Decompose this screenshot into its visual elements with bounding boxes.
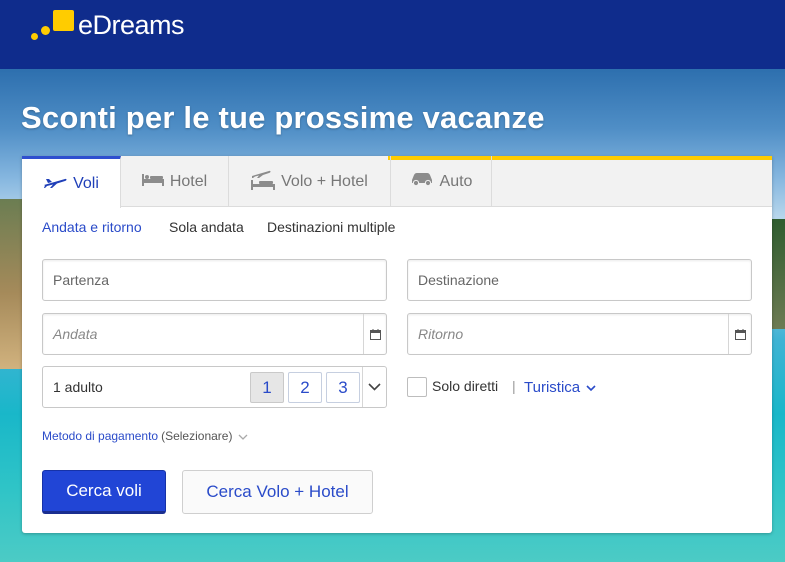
tab-voli[interactable]: Voli [22, 156, 121, 208]
search-flight-hotel-button[interactable]: Cerca Volo + Hotel [182, 470, 373, 514]
chevron-down-icon[interactable] [362, 367, 386, 407]
car-icon [410, 172, 434, 191]
destination-placeholder: Destinazione [418, 272, 499, 288]
return-date-field[interactable]: Ritorno [407, 313, 752, 355]
cabin-class-value: Turistica [524, 379, 581, 396]
passenger-count-1[interactable]: 1 [250, 372, 284, 403]
chevron-down-icon [238, 429, 248, 443]
outbound-placeholder: Andata [53, 326, 98, 342]
calendar-icon[interactable] [363, 314, 386, 354]
direct-only-label[interactable]: Solo diretti [432, 378, 498, 394]
search-panel: Voli Hotel Volo + Hotel Auto Andata e ri… [22, 156, 772, 533]
plane-icon [43, 174, 67, 193]
departure-field[interactable]: Partenza [42, 259, 387, 301]
hero-headline: Sconti per le tue prossime vacanze [21, 100, 545, 135]
site-header: eDreams [0, 0, 785, 69]
bed-icon [141, 173, 164, 191]
chevron-down-icon [586, 379, 596, 396]
trip-round-trip[interactable]: Andata e ritorno [42, 219, 142, 235]
outbound-date-field[interactable]: Andata [42, 313, 387, 355]
tab-volo-hotel-label: Volo + Hotel [281, 172, 368, 190]
calendar-icon[interactable] [728, 314, 751, 354]
trip-multi-city[interactable]: Destinazioni multiple [267, 219, 395, 235]
tab-voli-label: Voli [73, 174, 99, 192]
departure-placeholder: Partenza [53, 272, 110, 288]
logo-text: eDreams [78, 10, 185, 40]
plane-bed-icon [251, 168, 276, 195]
passenger-count-2[interactable]: 2 [288, 372, 322, 403]
cabin-class-select[interactable]: Turistica [524, 379, 596, 396]
passenger-count-3[interactable]: 3 [326, 372, 360, 403]
tab-hotel-label: Hotel [169, 172, 208, 190]
product-tabs: Voli Hotel Volo + Hotel Auto [22, 156, 772, 208]
separator: | [512, 378, 516, 394]
direct-only-checkbox[interactable] [407, 377, 427, 397]
payment-method-note: (Selezionare) [161, 429, 233, 443]
trip-one-way[interactable]: Sola andata [169, 219, 244, 235]
logo-mark-icon [31, 10, 75, 44]
tab-hotel[interactable]: Hotel [121, 156, 229, 207]
tab-volo-hotel[interactable]: Volo + Hotel [229, 156, 391, 207]
passengers-selector[interactable]: 1 adulto 1 2 3 [42, 366, 387, 408]
passengers-label: 1 adulto [53, 379, 103, 395]
payment-method[interactable]: Metodo di pagamento (Selezionare) [42, 429, 248, 443]
payment-method-link[interactable]: Metodo di pagamento [42, 429, 158, 443]
edreams-logo[interactable]: eDreams [31, 10, 185, 44]
destination-field[interactable]: Destinazione [407, 259, 752, 301]
return-placeholder: Ritorno [418, 326, 464, 342]
tab-auto-label: Auto [439, 172, 473, 190]
search-flights-button[interactable]: Cerca voli [42, 470, 166, 514]
tab-auto[interactable]: Auto [391, 156, 492, 207]
